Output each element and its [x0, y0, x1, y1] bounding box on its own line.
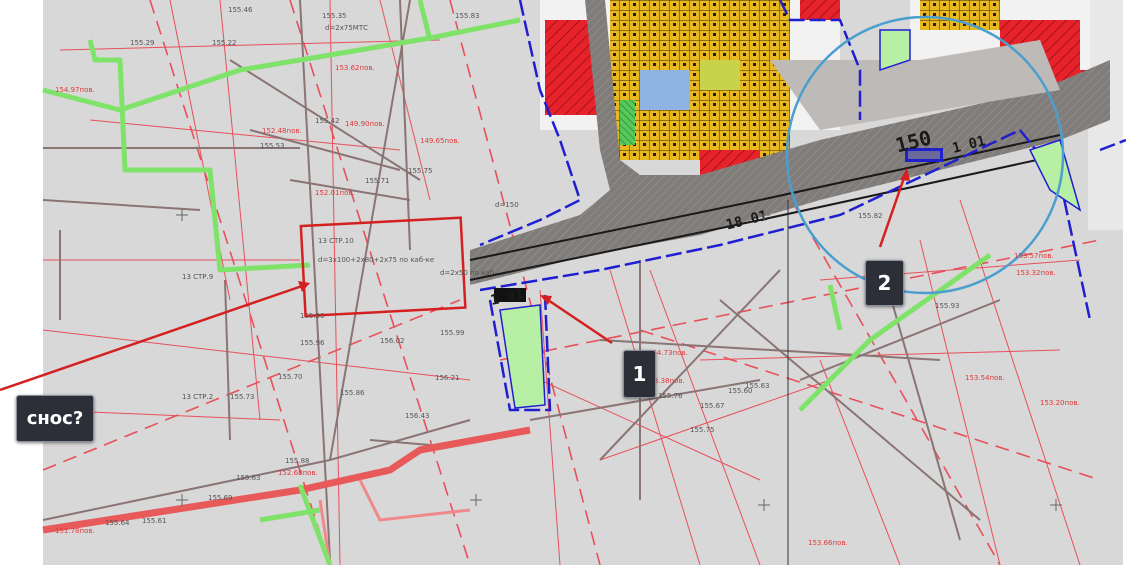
svg-text:152.48пов.: 152.48пов.	[262, 127, 302, 135]
svg-text:153.32пов.: 153.32пов.	[1016, 269, 1056, 277]
svg-text:155.71: 155.71	[365, 177, 390, 185]
svg-text:156.43: 156.43	[405, 412, 430, 420]
svg-text:152.01пов.: 152.01пов.	[315, 189, 355, 197]
svg-text:155.82: 155.82	[858, 212, 883, 220]
svg-text:13 СТР.2: 13 СТР.2	[182, 393, 213, 401]
svg-text:155.93: 155.93	[935, 302, 960, 310]
svg-text:155.63: 155.63	[745, 382, 770, 390]
svg-text:155.86: 155.86	[340, 389, 365, 397]
svg-text:156.02: 156.02	[380, 337, 405, 345]
svg-text:155.46: 155.46	[228, 6, 253, 14]
svg-text:153.62пов.: 153.62пов.	[335, 64, 375, 72]
svg-text:13 СТР.10: 13 СТР.10	[318, 237, 354, 245]
svg-text:155.22: 155.22	[212, 39, 237, 47]
svg-text:155.35: 155.35	[322, 12, 347, 20]
site-plan-drawing[interactable]: 150 18 01 1 01 1 01 155.46 155.35 155.83…	[0, 0, 1126, 565]
svg-text:149.90пов.: 149.90пов.	[345, 120, 385, 128]
svg-text:152.68пов.: 152.68пов.	[278, 469, 318, 477]
svg-text:154.97пов.: 154.97пов.	[55, 86, 95, 94]
svg-text:155.29: 155.29	[130, 39, 155, 47]
svg-text:155.69: 155.69	[208, 494, 233, 502]
callout-demolish-question[interactable]: снос?	[16, 395, 94, 442]
svg-text:153.57пов.: 153.57пов.	[1014, 252, 1054, 260]
svg-text:155.42: 155.42	[315, 117, 340, 125]
svg-text:155.73: 155.73	[230, 393, 255, 401]
svg-text:149.65пов.: 149.65пов.	[420, 137, 460, 145]
svg-text:156.21: 156.21	[435, 374, 460, 382]
svg-text:155.83: 155.83	[455, 12, 480, 20]
svg-text:155.63: 155.63	[236, 474, 261, 482]
svg-text:155.90: 155.90	[300, 312, 325, 320]
svg-text:151.78пов.: 151.78пов.	[55, 527, 95, 535]
svg-text:d=3x100+2x80+2x75 по каб-ке: d=3x100+2x80+2x75 по каб-ке	[318, 256, 434, 264]
cad-viewer[interactable]: 150 18 01 1 01 1 01 155.46 155.35 155.83…	[0, 0, 1126, 565]
svg-text:155.75: 155.75	[690, 426, 715, 434]
svg-text:155.70: 155.70	[278, 373, 303, 381]
svg-text:155.61: 155.61	[142, 517, 167, 525]
svg-text:155.76: 155.76	[658, 392, 683, 400]
svg-text:155.64: 155.64	[105, 519, 130, 527]
svg-text:155.99: 155.99	[440, 329, 465, 337]
callout-marker-2[interactable]: 2	[865, 260, 904, 306]
svg-text:d=2x50 по каб: d=2x50 по каб	[440, 269, 494, 277]
svg-text:153.66пов.: 153.66пов.	[808, 539, 848, 547]
svg-text:155.88: 155.88	[285, 457, 310, 465]
svg-text:155.96: 155.96	[300, 339, 325, 347]
svg-text:d=150: d=150	[495, 201, 519, 209]
svg-text:153.54пов.: 153.54пов.	[965, 374, 1005, 382]
svg-text:153.20пов.: 153.20пов.	[1040, 399, 1080, 407]
svg-text:d=2x75МТС: d=2x75МТС	[325, 24, 368, 32]
svg-text:155.53: 155.53	[260, 142, 285, 150]
svg-text:155.67: 155.67	[700, 402, 725, 410]
callout-marker-1[interactable]: 1	[623, 350, 656, 398]
svg-text:13 СТР.9: 13 СТР.9	[182, 273, 213, 281]
svg-text:155.75: 155.75	[408, 167, 433, 175]
